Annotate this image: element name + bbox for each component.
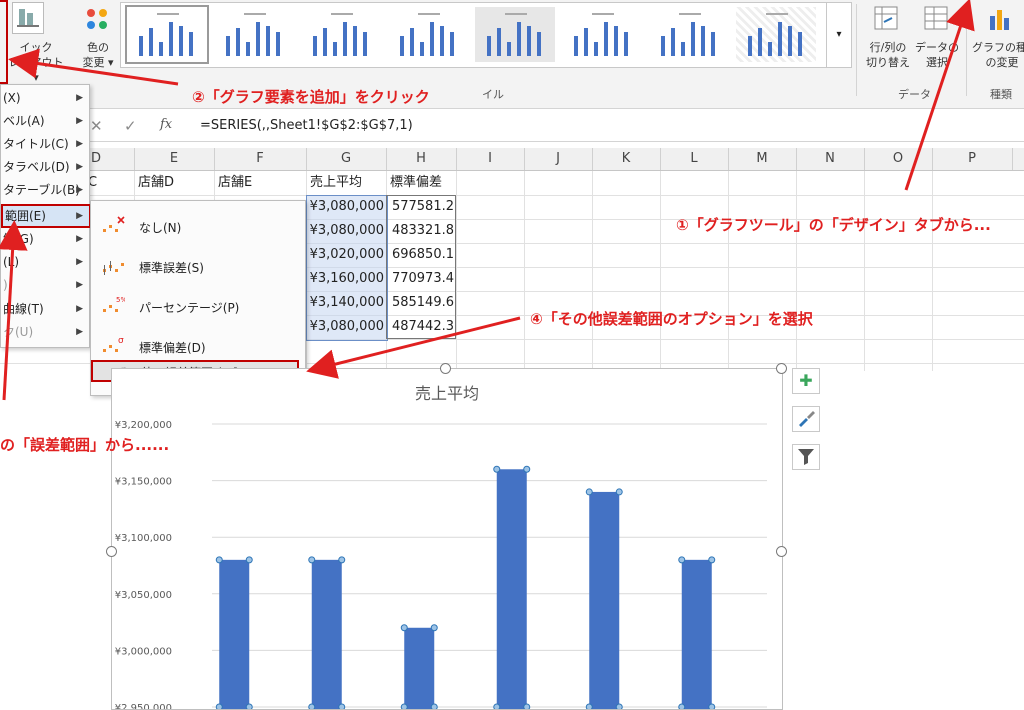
arrow-step3	[0, 220, 28, 401]
arrow-step2	[8, 48, 179, 86]
arrow-step1	[904, 0, 975, 191]
annotation-step4: ④「その他誤差範囲のオプション」を選択	[530, 310, 813, 328]
arrow-step4	[306, 316, 521, 379]
annotation-step1: ①「グラフツール」の「デザイン」タブから...	[676, 216, 991, 234]
annotation-step3: の「誤差範囲」から......	[0, 436, 170, 454]
annotation-step2: ②「グラフ要素を追加」をクリック	[192, 88, 430, 106]
annotation-arrows	[0, 0, 975, 401]
